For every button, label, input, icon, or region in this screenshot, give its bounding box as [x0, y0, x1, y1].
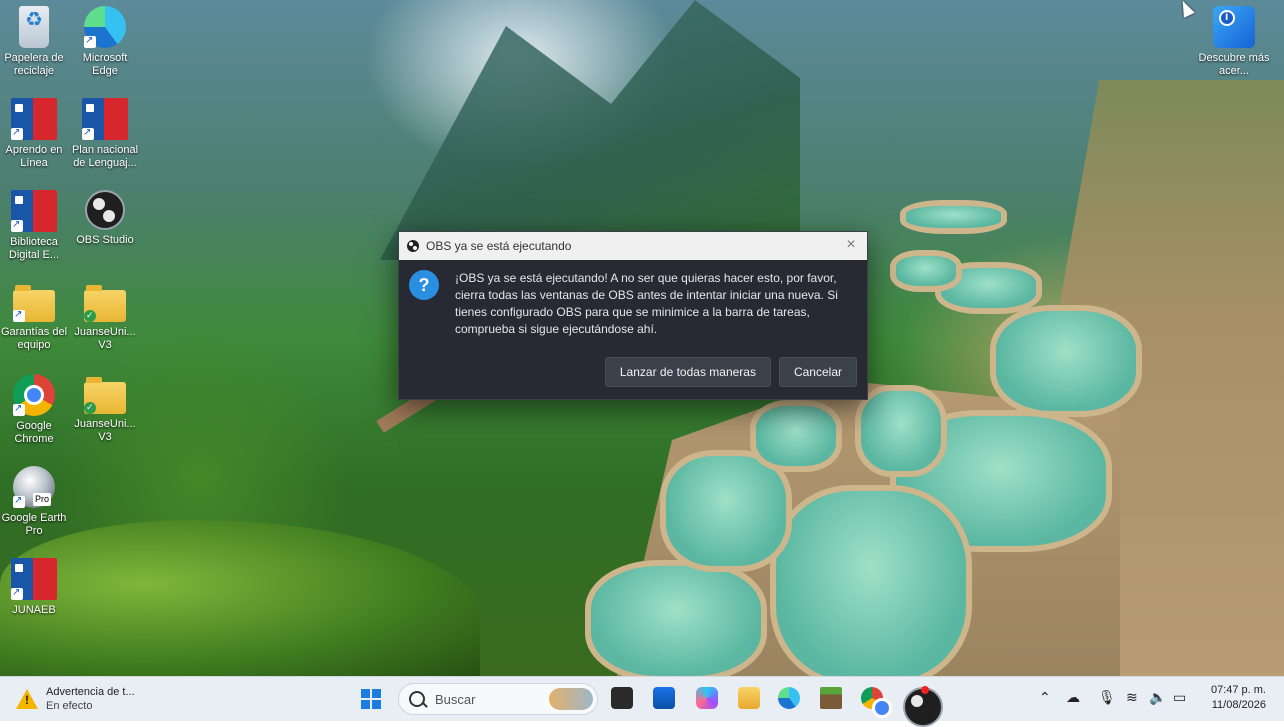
search-placeholder: Buscar — [435, 691, 476, 707]
wallpaper-pool — [890, 250, 962, 292]
clock[interactable]: 07:47 p. m. 11/08/2026 — [1211, 683, 1266, 713]
folder-icon — [84, 285, 126, 322]
weather-widget[interactable]: Advertencia de t... En efecto — [16, 683, 135, 715]
desktop-icon-obs-studio[interactable]: OBS Studio — [69, 190, 141, 247]
edge-icon — [84, 6, 126, 48]
launch-anyway-button[interactable]: Lanzar de todas maneras — [604, 357, 771, 387]
dialog-title: OBS ya se está ejecutando — [426, 239, 572, 253]
sync-check-icon — [84, 309, 96, 322]
desktop-icon-label: OBS Studio — [76, 234, 134, 246]
folder-icon — [13, 285, 55, 322]
desktop-icon-label: Aprendo en Línea — [5, 144, 63, 169]
search-box[interactable]: Buscar — [398, 683, 598, 715]
obs-icon — [85, 190, 125, 230]
folder-icon — [84, 377, 126, 414]
chrome-icon[interactable] — [861, 687, 892, 718]
volume-icon[interactable]: 🔈 — [1149, 689, 1166, 706]
dialog-buttons: Lanzar de todas maneras Cancelar — [604, 357, 857, 387]
wallpaper-pool — [585, 560, 767, 676]
search-highlight-image — [549, 688, 593, 710]
book-app-icon — [11, 558, 57, 600]
wallpaper-pool — [770, 485, 972, 676]
wallpaper-trees — [0, 520, 480, 676]
desktop-icon-aprendo[interactable]: Aprendo en Línea — [0, 98, 70, 170]
obs-icon — [407, 240, 419, 252]
wallpaper-pool — [900, 200, 1007, 234]
desktop-icon-chrome[interactable]: Google Chrome — [0, 374, 70, 446]
dialog-message: ¡OBS ya se está ejecutando! A no ser que… — [455, 271, 838, 336]
desktop-icon-label: Biblioteca Digital E... — [8, 236, 60, 261]
google-earth-icon: Pro — [13, 466, 55, 508]
dialog-title-bar: OBS ya se está ejecutando × — [399, 232, 867, 260]
desktop-icon-discover[interactable]: Descubre más acer... — [1198, 6, 1270, 78]
start-button[interactable] — [361, 689, 381, 709]
copilot-icon[interactable] — [696, 687, 718, 709]
desktop-icon-garantias[interactable]: Garantías del equipo — [0, 282, 70, 352]
shortcut-arrow-icon — [13, 308, 25, 322]
desktop-icon-label: JuanseUni... V3 — [74, 418, 136, 443]
desktop-icon-juanse-2[interactable]: JuanseUni... V3 — [69, 374, 141, 444]
wallpaper-pool — [855, 385, 947, 477]
cloud-icon[interactable]: ☁ — [1066, 689, 1080, 706]
shortcut-arrow-icon — [11, 126, 23, 140]
microsoft-store-icon[interactable] — [653, 687, 675, 709]
wifi-icon[interactable]: ≋ — [1126, 689, 1138, 706]
close-icon[interactable]: × — [843, 237, 859, 253]
question-icon: ? — [409, 270, 439, 300]
desktop-icon-label: Google Chrome — [14, 420, 54, 445]
desktop-icon-label: JUNAEB — [12, 604, 56, 616]
recycle-bin-icon — [19, 6, 49, 48]
desktop-icon-juanse-1[interactable]: JuanseUni... V3 — [69, 282, 141, 352]
clock-time: 07:47 p. m. — [1210, 684, 1266, 696]
warning-icon — [16, 689, 38, 709]
mouse-cursor-icon — [1177, 0, 1195, 18]
desktop-icon-label: Microsoft Edge — [82, 52, 128, 77]
cancel-button[interactable]: Cancelar — [778, 357, 857, 387]
shortcut-arrow-icon — [82, 126, 94, 140]
desktop-icon-label: Descubre más acer... — [1198, 52, 1270, 77]
weather-title: Advertencia de t... — [46, 686, 135, 698]
desktop-icon-label: Google Earth Pro — [1, 512, 67, 537]
obs-icon[interactable] — [903, 686, 943, 727]
chrome-icon — [13, 374, 55, 416]
wallpaper-mountain — [380, 0, 800, 260]
shortcut-arrow-icon — [13, 402, 25, 416]
microphone-icon[interactable]: 🎙 — [1098, 689, 1116, 706]
dialog-body: ? ¡OBS ya se está ejecutando! A no ser q… — [399, 260, 867, 350]
desktop-icon-label: Papelera de reciclaje — [4, 52, 64, 77]
book-app-icon — [82, 98, 128, 140]
sync-check-icon — [84, 401, 96, 414]
wallpaper-pool — [990, 305, 1142, 417]
clock-date: 11/08/2026 — [1211, 699, 1266, 711]
book-app-icon — [11, 190, 57, 232]
book-app-icon — [11, 98, 57, 140]
weather-subtitle: En efecto — [46, 700, 93, 712]
desktop-icon-biblioteca[interactable]: Biblioteca Digital E... — [0, 190, 70, 262]
desktop-icon-recycle-bin[interactable]: Papelera de reciclaje — [0, 6, 70, 78]
wallpaper-pool — [750, 400, 842, 472]
desktop-icon-junaeb[interactable]: JUNAEB — [0, 558, 70, 617]
desktop-icon-label: JuanseUni... V3 — [74, 326, 136, 351]
shortcut-arrow-icon — [11, 218, 23, 232]
minecraft-icon[interactable] — [820, 687, 842, 709]
taskbar: Advertencia de t... En efecto Buscar ⌃ ☁… — [0, 676, 1284, 727]
desktop-icon-google-earth[interactable]: Pro Google Earth Pro — [0, 466, 70, 538]
desktop-icon-label: Garantías del equipo — [0, 326, 68, 351]
pro-badge: Pro — [32, 493, 51, 506]
shortcut-arrow-icon — [13, 494, 25, 508]
info-icon — [1213, 6, 1255, 48]
desktop-icon-plan-nacional[interactable]: Plan nacional de Lenguaj... — [69, 98, 141, 170]
chevron-up-icon[interactable]: ⌃ — [1039, 689, 1051, 706]
file-explorer-icon[interactable] — [738, 687, 760, 709]
desktop-icon-edge[interactable]: Microsoft Edge — [69, 6, 141, 78]
desktop-icon-label: Plan nacional de Lenguaj... — [71, 144, 139, 169]
shortcut-arrow-icon — [84, 34, 96, 48]
shortcut-arrow-icon — [11, 586, 23, 600]
search-icon — [409, 691, 425, 707]
task-view-icon[interactable] — [611, 687, 633, 709]
edge-icon[interactable] — [778, 687, 800, 709]
battery-icon[interactable]: ▭ — [1173, 689, 1186, 706]
obs-already-running-dialog: OBS ya se está ejecutando × ? ¡OBS ya se… — [398, 231, 868, 400]
